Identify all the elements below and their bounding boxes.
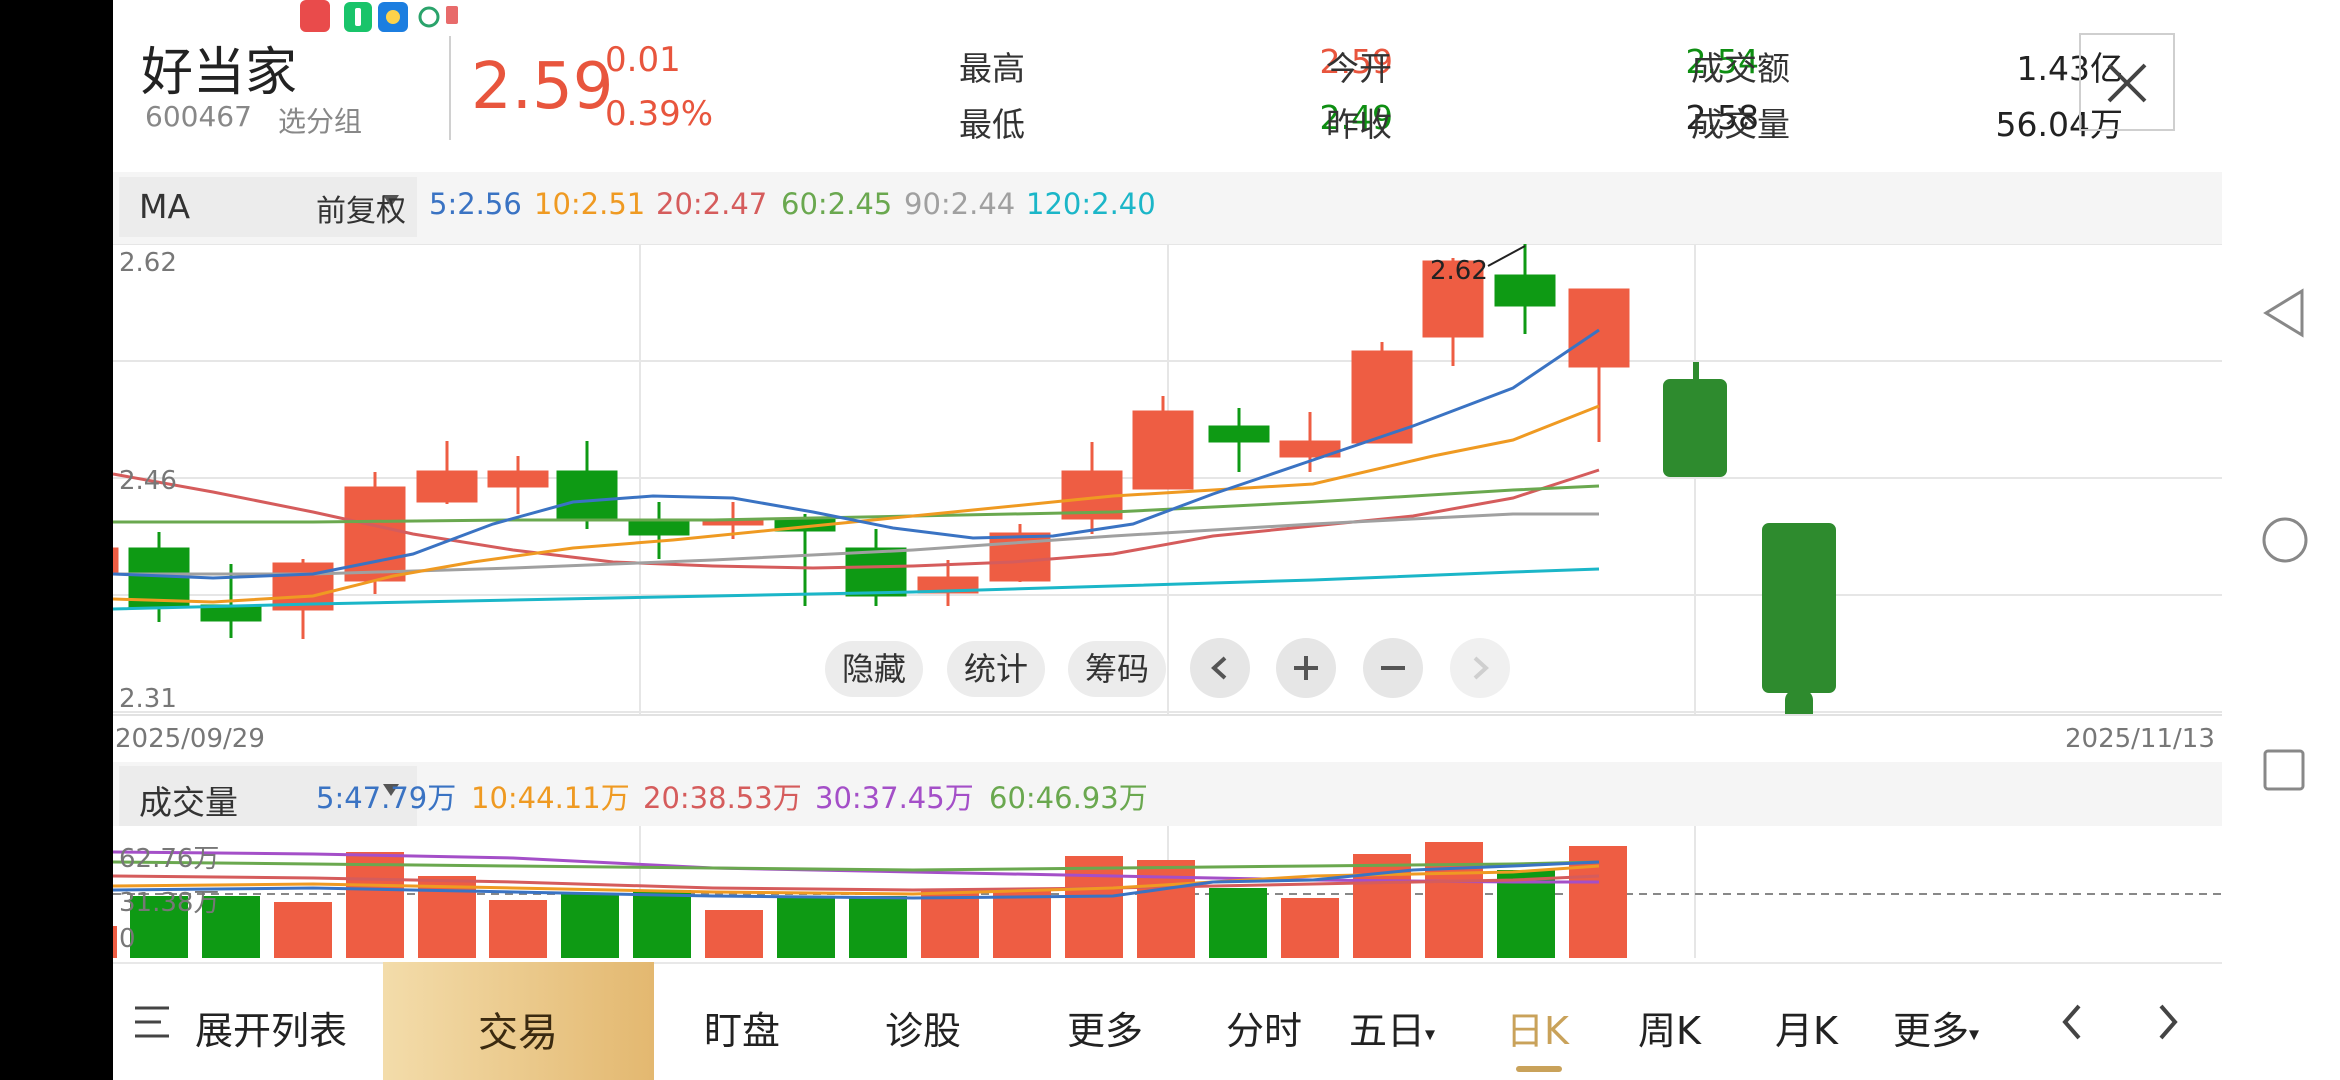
- plus-icon: [1294, 656, 1318, 680]
- watch-button[interactable]: 盯盘: [704, 1000, 780, 1055]
- recents-button[interactable]: [2262, 748, 2306, 796]
- vol-ma20: 20:38.53万: [643, 781, 802, 815]
- price-axis-bottom: 2.31: [119, 684, 177, 714]
- overflow-candles: [1663, 362, 1836, 714]
- ma-90-value: 90:2.44: [904, 187, 1016, 221]
- hide-button[interactable]: 隐藏: [825, 641, 923, 697]
- chart-separator: [113, 714, 2222, 716]
- list-icon[interactable]: [135, 1002, 177, 1046]
- volume-axis-zero: 0: [119, 924, 136, 954]
- active-tab-indicator: [1516, 1066, 1562, 1072]
- chevron-right-icon: [1473, 656, 1489, 680]
- price-axis-top: 2.62: [119, 248, 177, 278]
- date-start: 2025/09/29: [115, 724, 265, 754]
- system-navigation-bar: [2222, 0, 2340, 1080]
- volume-bars: [113, 842, 1627, 958]
- zoom-in-button[interactable]: [1276, 638, 1336, 698]
- chips-button[interactable]: 筹码: [1068, 641, 1166, 697]
- tab-daily-k[interactable]: 日K: [1506, 1000, 1569, 1055]
- ma-120-value: 120:2.40: [1026, 187, 1156, 221]
- volume-axis-top: 62.76万: [119, 844, 220, 874]
- ma-60-value: 60:2.45: [781, 187, 893, 221]
- chevron-left-icon: [2062, 1004, 2081, 1040]
- vol-ma30: 30:37.45万: [815, 781, 974, 815]
- caret-down-icon: ▾: [1425, 1021, 1436, 1046]
- price-axis-mid: 2.46: [119, 466, 177, 496]
- chevron-right-icon: [2159, 1004, 2178, 1040]
- close-icon: [2107, 63, 2147, 103]
- stat-open-label: 今开: [1326, 49, 1392, 88]
- back-button[interactable]: [2262, 288, 2306, 342]
- candlestick-chart[interactable]: [113, 244, 2222, 714]
- adjust-mode[interactable]: 前复权: [316, 186, 406, 230]
- close-button[interactable]: [2079, 33, 2175, 131]
- price-change-pct: 0.39%: [605, 94, 714, 134]
- home-circle-icon: [2262, 517, 2308, 563]
- stat-high-label: 最高: [959, 49, 1025, 88]
- price-change: 0.01: [605, 40, 681, 80]
- more-button[interactable]: 更多: [1067, 1000, 1143, 1055]
- ma-20-value: 20:2.47: [656, 187, 768, 221]
- date-end: 2025/11/13: [2065, 724, 2215, 754]
- ma-10-value: 10:2.51: [534, 187, 646, 221]
- tab-more[interactable]: 更多▾: [1893, 1000, 1979, 1055]
- scroll-right-button[interactable]: [1450, 638, 1510, 698]
- tab-weekly-k[interactable]: 周K: [1638, 1000, 1701, 1055]
- tab-intraday[interactable]: 分时: [1226, 1000, 1302, 1055]
- select-group-button[interactable]: 选分组: [278, 100, 362, 140]
- back-triangle-icon: [2263, 288, 2304, 338]
- vol-ma10: 10:44.11万: [471, 781, 630, 815]
- bottom-toolbar: 展开列表 交易 盯盘 诊股 更多 分时 五日▾ 日K 周K 月K 更多▾: [113, 962, 2222, 1080]
- ma-5-value: 5:2.56: [429, 187, 522, 221]
- stock-code: 600467: [145, 100, 252, 133]
- vol-ma5: 5:47.79万: [316, 781, 457, 815]
- stock-name: 好当家: [141, 43, 298, 103]
- expand-list-button[interactable]: 展开列表: [195, 1000, 347, 1055]
- high-marker: [1487, 245, 1526, 267]
- chevron-left-icon: [1211, 656, 1227, 680]
- header-divider: [449, 36, 451, 140]
- stat-volume-label: 成交量: [1691, 105, 1790, 144]
- app-notification-icons: [300, 0, 458, 32]
- caret-down-icon: ▾: [1969, 1021, 1980, 1046]
- scroll-left-button[interactable]: [1190, 638, 1250, 698]
- stat-turnover-label: 成交额: [1691, 49, 1790, 88]
- home-button[interactable]: [2261, 516, 2309, 568]
- trade-button[interactable]: 交易: [383, 962, 654, 1080]
- stat-prevclose-label: 昨收: [1326, 105, 1392, 144]
- tab-monthly-k[interactable]: 月K: [1775, 1000, 1838, 1055]
- current-price: 2.59: [471, 50, 614, 124]
- candles: [113, 244, 1630, 639]
- volume-chart[interactable]: [113, 826, 2222, 958]
- notification-icons: [298, 0, 458, 34]
- vol-ma60: 60:46.93万: [989, 781, 1148, 815]
- next-period-button[interactable]: [2149, 1000, 2189, 1048]
- stock-kline-panel: 好当家 600467 选分组 2.59 0.01 0.39% 最高 2.59 最…: [113, 0, 2222, 1080]
- volume-axis-mid: 31.38万: [119, 888, 220, 918]
- recents-square-icon: [2263, 749, 2305, 791]
- high-price-label: 2.62: [1430, 256, 1488, 286]
- tab-five-day[interactable]: 五日▾: [1349, 1000, 1435, 1055]
- zoom-out-button[interactable]: [1363, 638, 1423, 698]
- diagnose-button[interactable]: 诊股: [885, 1000, 961, 1055]
- prev-period-button[interactable]: [2053, 1000, 2093, 1048]
- stats-button[interactable]: 统计: [947, 641, 1045, 697]
- stat-low-label: 最低: [959, 105, 1025, 144]
- minus-icon: [1381, 666, 1405, 670]
